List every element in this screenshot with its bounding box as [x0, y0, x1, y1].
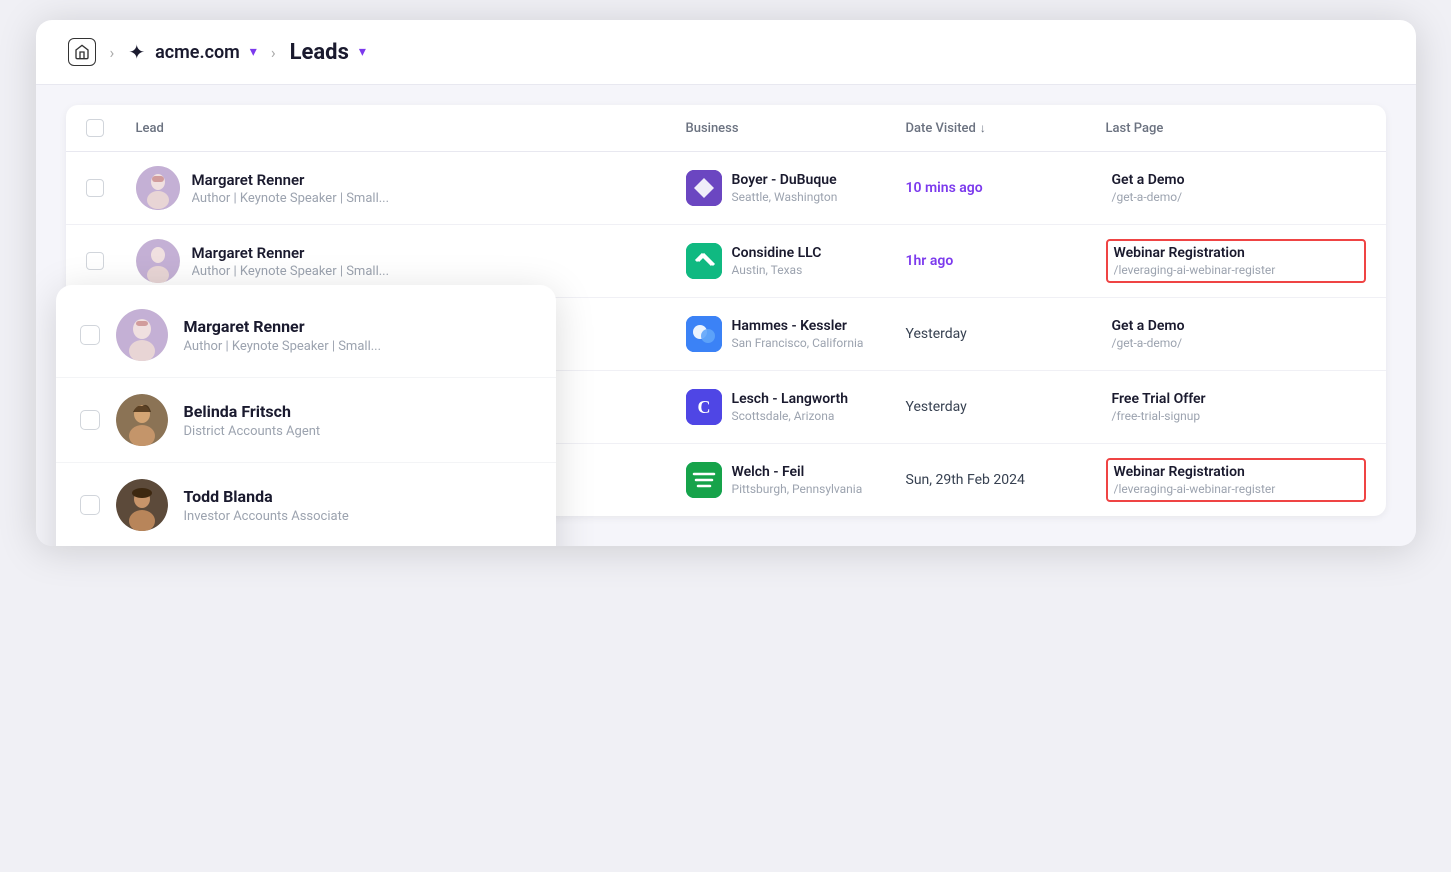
business-cell: Hammes - Kessler San Francisco, Californ… [686, 316, 906, 352]
app-container: › ✦ acme.com ▾ › Leads ▾ Lead Business [36, 20, 1416, 546]
lead-name: Margaret Renner [192, 171, 390, 189]
last-page-cell: Webinar Registration /leveraging-ai-webi… [1106, 239, 1366, 283]
avatar [116, 394, 168, 446]
business-details: Hammes - Kessler San Francisco, Californ… [732, 318, 864, 350]
card-row[interactable]: Margaret Renner Author | Keynote Speaker… [56, 293, 556, 378]
row-checkbox[interactable] [86, 252, 104, 270]
last-page-name: Get a Demo [1112, 318, 1360, 334]
avatar [136, 166, 180, 210]
lead-col-header: Lead [136, 121, 686, 136]
business-location: Pittsburgh, Pennsylvania [732, 482, 863, 496]
card-row[interactable]: Todd Blanda Investor Accounts Associate [56, 463, 556, 546]
business-name: Welch - Feil [732, 464, 863, 480]
home-icon[interactable] [68, 38, 96, 66]
last-page-url: /leveraging-ai-webinar-register [1114, 263, 1334, 277]
last-page-url: /free-trial-signup [1112, 409, 1360, 423]
last-page-cell: Get a Demo /get-a-demo/ [1106, 314, 1366, 354]
business-details: Considine LLC Austin, Texas [732, 245, 822, 277]
lead-details: Margaret Renner Author | Keynote Speaker… [192, 171, 390, 206]
card-lead-name: Todd Blanda [184, 487, 349, 506]
date-visited-col-header[interactable]: Date Visited ↓ [906, 121, 1106, 136]
card-lead-info: Margaret Renner Author | Keynote Speaker… [184, 317, 382, 354]
date-visited-cell: 1hr ago [906, 253, 1106, 269]
business-logo [686, 243, 722, 279]
date-visited-cell: Yesterday [906, 326, 1106, 342]
floating-card: Margaret Renner Author | Keynote Speaker… [56, 285, 556, 546]
business-cell: Considine LLC Austin, Texas [686, 243, 906, 279]
card-row[interactable]: Belinda Fritsch District Accounts Agent [56, 378, 556, 463]
row-checkbox-col [86, 179, 136, 197]
last-page-cell: Free Trial Offer /free-trial-signup [1106, 387, 1366, 427]
sort-arrow-icon: ↓ [980, 121, 986, 135]
business-details: Boyer - DuBuque Seattle, Washington [732, 172, 838, 204]
business-name: Lesch - Langworth [732, 391, 849, 407]
last-page-name: Webinar Registration [1114, 464, 1358, 480]
last-page-name: Free Trial Offer [1112, 391, 1360, 407]
last-page-url: /get-a-demo/ [1112, 190, 1360, 204]
ai-star-icon: ✦ [128, 40, 145, 64]
card-checkbox[interactable] [80, 325, 100, 345]
table-row[interactable]: Margaret Renner Author | Keynote Speaker… [66, 152, 1386, 225]
page-title: Leads [290, 40, 349, 65]
business-location: Scottsdale, Arizona [732, 409, 849, 423]
business-logo [686, 316, 722, 352]
leads-dropdown[interactable]: ▾ [359, 44, 366, 60]
business-cell: Welch - Feil Pittsburgh, Pennsylvania [686, 462, 906, 498]
last-page-url: /get-a-demo/ [1112, 336, 1360, 350]
card-lead-name: Belinda Fritsch [184, 402, 321, 421]
card-lead-title: Author | Keynote Speaker | Small... [184, 339, 382, 354]
avatar [136, 239, 180, 283]
business-name: Boyer - DuBuque [732, 172, 838, 188]
avatar [116, 479, 168, 531]
workspace-dropdown[interactable]: ▾ [250, 44, 257, 60]
main-content: Lead Business Date Visited ↓ Last Page [36, 85, 1416, 546]
business-location: Seattle, Washington [732, 190, 838, 204]
last-page-cell: Webinar Registration /leveraging-ai-webi… [1106, 458, 1366, 502]
card-lead-name: Margaret Renner [184, 317, 382, 336]
business-details: Lesch - Langworth Scottsdale, Arizona [732, 391, 849, 423]
table-header: Lead Business Date Visited ↓ Last Page [66, 105, 1386, 152]
card-lead-title: District Accounts Agent [184, 424, 321, 439]
business-logo: C [686, 389, 722, 425]
business-location: Austin, Texas [732, 263, 822, 277]
last-page-col-header: Last Page [1106, 121, 1366, 136]
date-visited-cell: 10 mins ago [906, 180, 1106, 196]
last-page-url: /leveraging-ai-webinar-register [1114, 482, 1334, 496]
row-checkbox[interactable] [86, 179, 104, 197]
date-visited-cell: Sun, 29th Feb 2024 [906, 472, 1106, 488]
business-location: San Francisco, California [732, 336, 864, 350]
card-checkbox[interactable] [80, 495, 100, 515]
last-page-name: Get a Demo [1112, 172, 1360, 188]
workspace-label[interactable]: acme.com [155, 42, 240, 63]
sep-1: › [110, 43, 115, 62]
lead-title: Author | Keynote Speaker | Small... [192, 264, 390, 279]
card-lead-info: Todd Blanda Investor Accounts Associate [184, 487, 349, 524]
lead-name: Margaret Renner [192, 244, 390, 262]
business-cell: C Lesch - Langworth Scottsdale, Arizona [686, 389, 906, 425]
top-bar: › ✦ acme.com ▾ › Leads ▾ [36, 20, 1416, 85]
last-page-name: Webinar Registration [1114, 245, 1358, 261]
business-name: Considine LLC [732, 245, 822, 261]
select-all-checkbox[interactable] [86, 119, 104, 137]
card-checkbox[interactable] [80, 410, 100, 430]
avatar [116, 309, 168, 361]
row-checkbox-col [86, 252, 136, 270]
business-cell: Boyer - DuBuque Seattle, Washington [686, 170, 906, 206]
lead-details: Margaret Renner Author | Keynote Speaker… [192, 244, 390, 279]
lead-title: Author | Keynote Speaker | Small... [192, 191, 390, 206]
header-checkbox-col [86, 119, 136, 137]
card-lead-title: Investor Accounts Associate [184, 509, 349, 524]
lead-cell: Margaret Renner Author | Keynote Speaker… [136, 239, 686, 283]
business-name: Hammes - Kessler [732, 318, 864, 334]
card-lead-info: Belinda Fritsch District Accounts Agent [184, 402, 321, 439]
svg-text:C: C [697, 397, 710, 417]
lead-cell: Margaret Renner Author | Keynote Speaker… [136, 166, 686, 210]
business-logo [686, 462, 722, 498]
business-logo [686, 170, 722, 206]
business-col-header: Business [686, 121, 906, 136]
sep-2: › [271, 43, 276, 62]
last-page-cell: Get a Demo /get-a-demo/ [1106, 168, 1366, 208]
business-details: Welch - Feil Pittsburgh, Pennsylvania [732, 464, 863, 496]
date-visited-cell: Yesterday [906, 399, 1106, 415]
